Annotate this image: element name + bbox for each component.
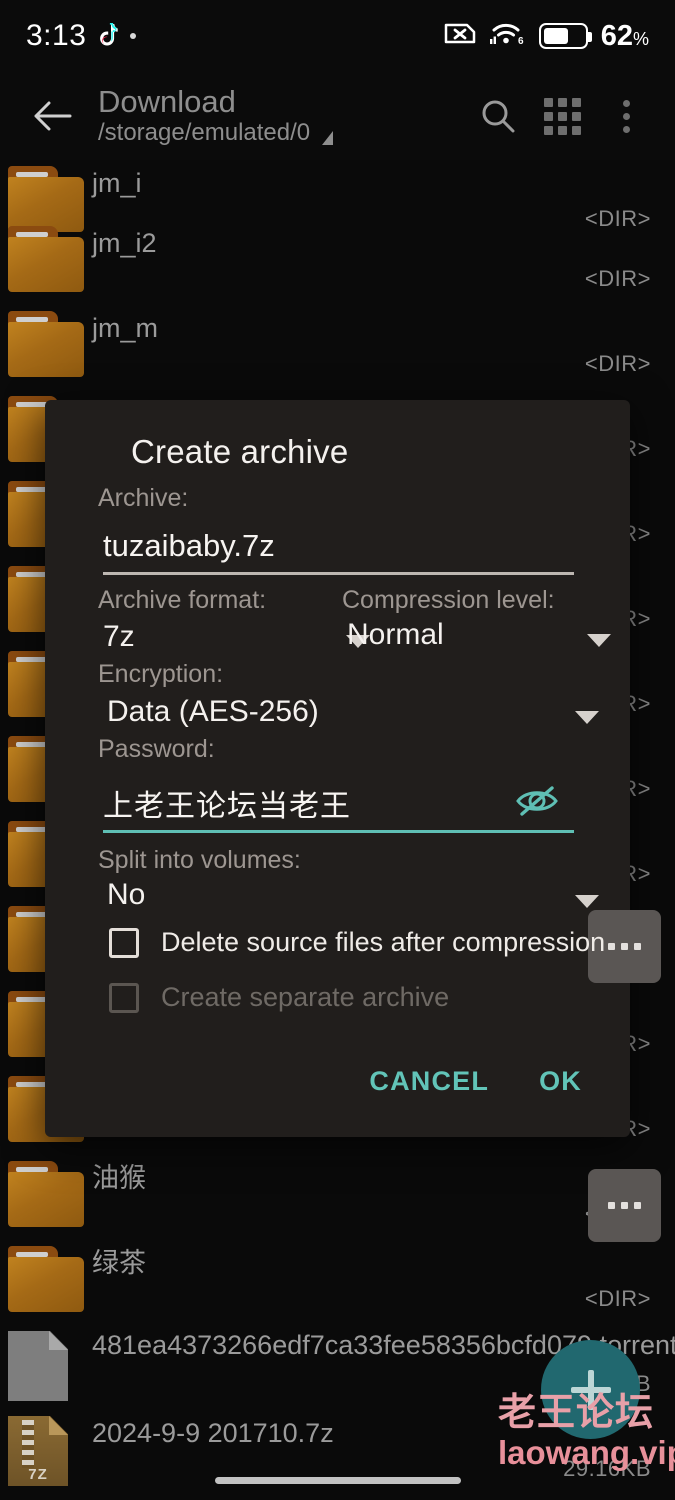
file-row[interactable]: jm_m <DIR> — [0, 305, 675, 390]
file-name: 2024-9-9 201710.7z — [92, 1418, 334, 1448]
password-value: 上老王论坛当老王 — [103, 788, 351, 824]
no-sim-icon — [443, 20, 477, 52]
split-volumes-label: Split into volumes: — [98, 846, 301, 874]
tiktok-icon — [96, 23, 120, 49]
status-bar: 3:13 6 62% — [0, 0, 675, 72]
split-volumes-value: No — [107, 878, 146, 911]
status-bar-left: 3:13 — [26, 19, 137, 53]
file-name: jm_i — [92, 168, 142, 198]
encryption-select[interactable]: Data (AES-256) — [107, 695, 599, 740]
eye-off-icon[interactable] — [514, 781, 560, 826]
grid-view-icon[interactable] — [535, 89, 589, 143]
status-bar-right: 6 62% — [443, 20, 649, 53]
breadcrumb[interactable]: /storage/emulated/0 — [98, 119, 461, 148]
breadcrumb-expand-icon[interactable] — [322, 131, 334, 146]
archive-format-select[interactable]: 7z — [103, 620, 370, 665]
battery-icon — [538, 23, 592, 49]
folder-icon — [8, 1246, 84, 1312]
gesture-nav-bar — [0, 1456, 675, 1500]
toolbar-titles: Download /storage/emulated/0 — [98, 84, 461, 148]
dot-glyph — [608, 943, 615, 950]
separate-archive-checkbox — [109, 982, 139, 1013]
folder-icon — [8, 226, 84, 292]
chevron-down-icon — [575, 895, 599, 908]
archive-format-value: 7z — [103, 620, 135, 653]
folder-icon — [8, 311, 84, 377]
back-arrow-icon[interactable] — [22, 86, 82, 146]
chevron-down-icon — [587, 634, 611, 647]
archive-name-input[interactable]: tuzaibaby.7z — [103, 520, 574, 575]
password-label: Password: — [98, 735, 215, 763]
archive-format-label: Archive format: — [98, 586, 267, 614]
dot-glyph — [634, 943, 641, 950]
delete-source-checkbox[interactable] — [109, 927, 139, 958]
overflow-menu-icon[interactable] — [599, 89, 653, 143]
compression-level-value: Normal — [347, 618, 444, 651]
dot-icon — [130, 33, 137, 39]
password-input[interactable]: 上老王论坛当老王 — [103, 775, 574, 833]
separate-archive-label: Create separate archive — [161, 982, 450, 1012]
file-name: 481ea4373266edf7ca33fee58356bcfd079.torr… — [92, 1330, 675, 1360]
dialog-actions: CANCEL OK — [45, 1058, 630, 1105]
dialog-title: Create archive — [131, 433, 349, 470]
file-meta: <DIR> — [584, 266, 651, 291]
app-toolbar: Download /storage/emulated/0 — [0, 72, 675, 160]
file-name: 油猴 — [92, 1163, 146, 1193]
file-row[interactable]: jm_i2 <DIR> — [0, 220, 675, 305]
breadcrumb-path: /storage/emulated/0 — [98, 119, 311, 147]
compression-level-select[interactable]: Normal — [347, 618, 611, 663]
search-icon[interactable] — [471, 89, 525, 143]
gesture-handle[interactable] — [214, 1477, 461, 1484]
dot-glyph — [634, 1202, 641, 1209]
cancel-button[interactable]: CANCEL — [363, 1058, 495, 1105]
dot-glyph — [608, 1202, 615, 1209]
dot-glyph — [621, 1202, 628, 1209]
file-name: 绿茶 — [92, 1248, 146, 1278]
file-meta: <DIR> — [584, 1286, 651, 1311]
archive-name-value: tuzaibaby.7z — [103, 528, 275, 563]
chevron-down-icon — [575, 711, 599, 724]
file-row[interactable]: 油猴<DIR> — [0, 1155, 675, 1240]
delete-source-label: Delete source files after compression — [161, 927, 606, 957]
file-name: jm_m — [92, 313, 158, 343]
battery-percent: 62% — [600, 19, 649, 52]
encryption-value: Data (AES-256) — [107, 695, 319, 728]
archive-field-label: Archive: — [98, 484, 189, 512]
ok-button[interactable]: OK — [533, 1058, 588, 1105]
compression-level-label: Compression level: — [342, 586, 555, 614]
dot-glyph — [621, 943, 628, 950]
page-title: Download — [98, 83, 236, 119]
plus-icon — [570, 1369, 611, 1410]
file-icon — [8, 1331, 84, 1401]
delete-source-checkbox-row[interactable]: Delete source files after compression — [109, 927, 605, 958]
file-meta: <DIR> — [584, 351, 651, 376]
status-clock: 3:13 — [26, 19, 87, 52]
password-browse-button[interactable] — [588, 1169, 661, 1242]
split-volumes-select[interactable]: No — [107, 878, 599, 923]
create-archive-dialog: Create archive Archive: tuzaibaby.7z Arc… — [45, 400, 661, 1242]
file-name: jm_i2 — [92, 228, 157, 258]
svg-text:6: 6 — [518, 36, 524, 47]
separate-archive-checkbox-row: Create separate archive — [109, 982, 449, 1013]
folder-icon — [8, 1161, 84, 1227]
add-fab-button[interactable] — [541, 1340, 640, 1439]
encryption-label: Encryption: — [98, 660, 224, 688]
file-row[interactable]: 绿茶 <DIR> — [0, 1240, 675, 1325]
wifi6-icon: 6 — [489, 20, 526, 52]
